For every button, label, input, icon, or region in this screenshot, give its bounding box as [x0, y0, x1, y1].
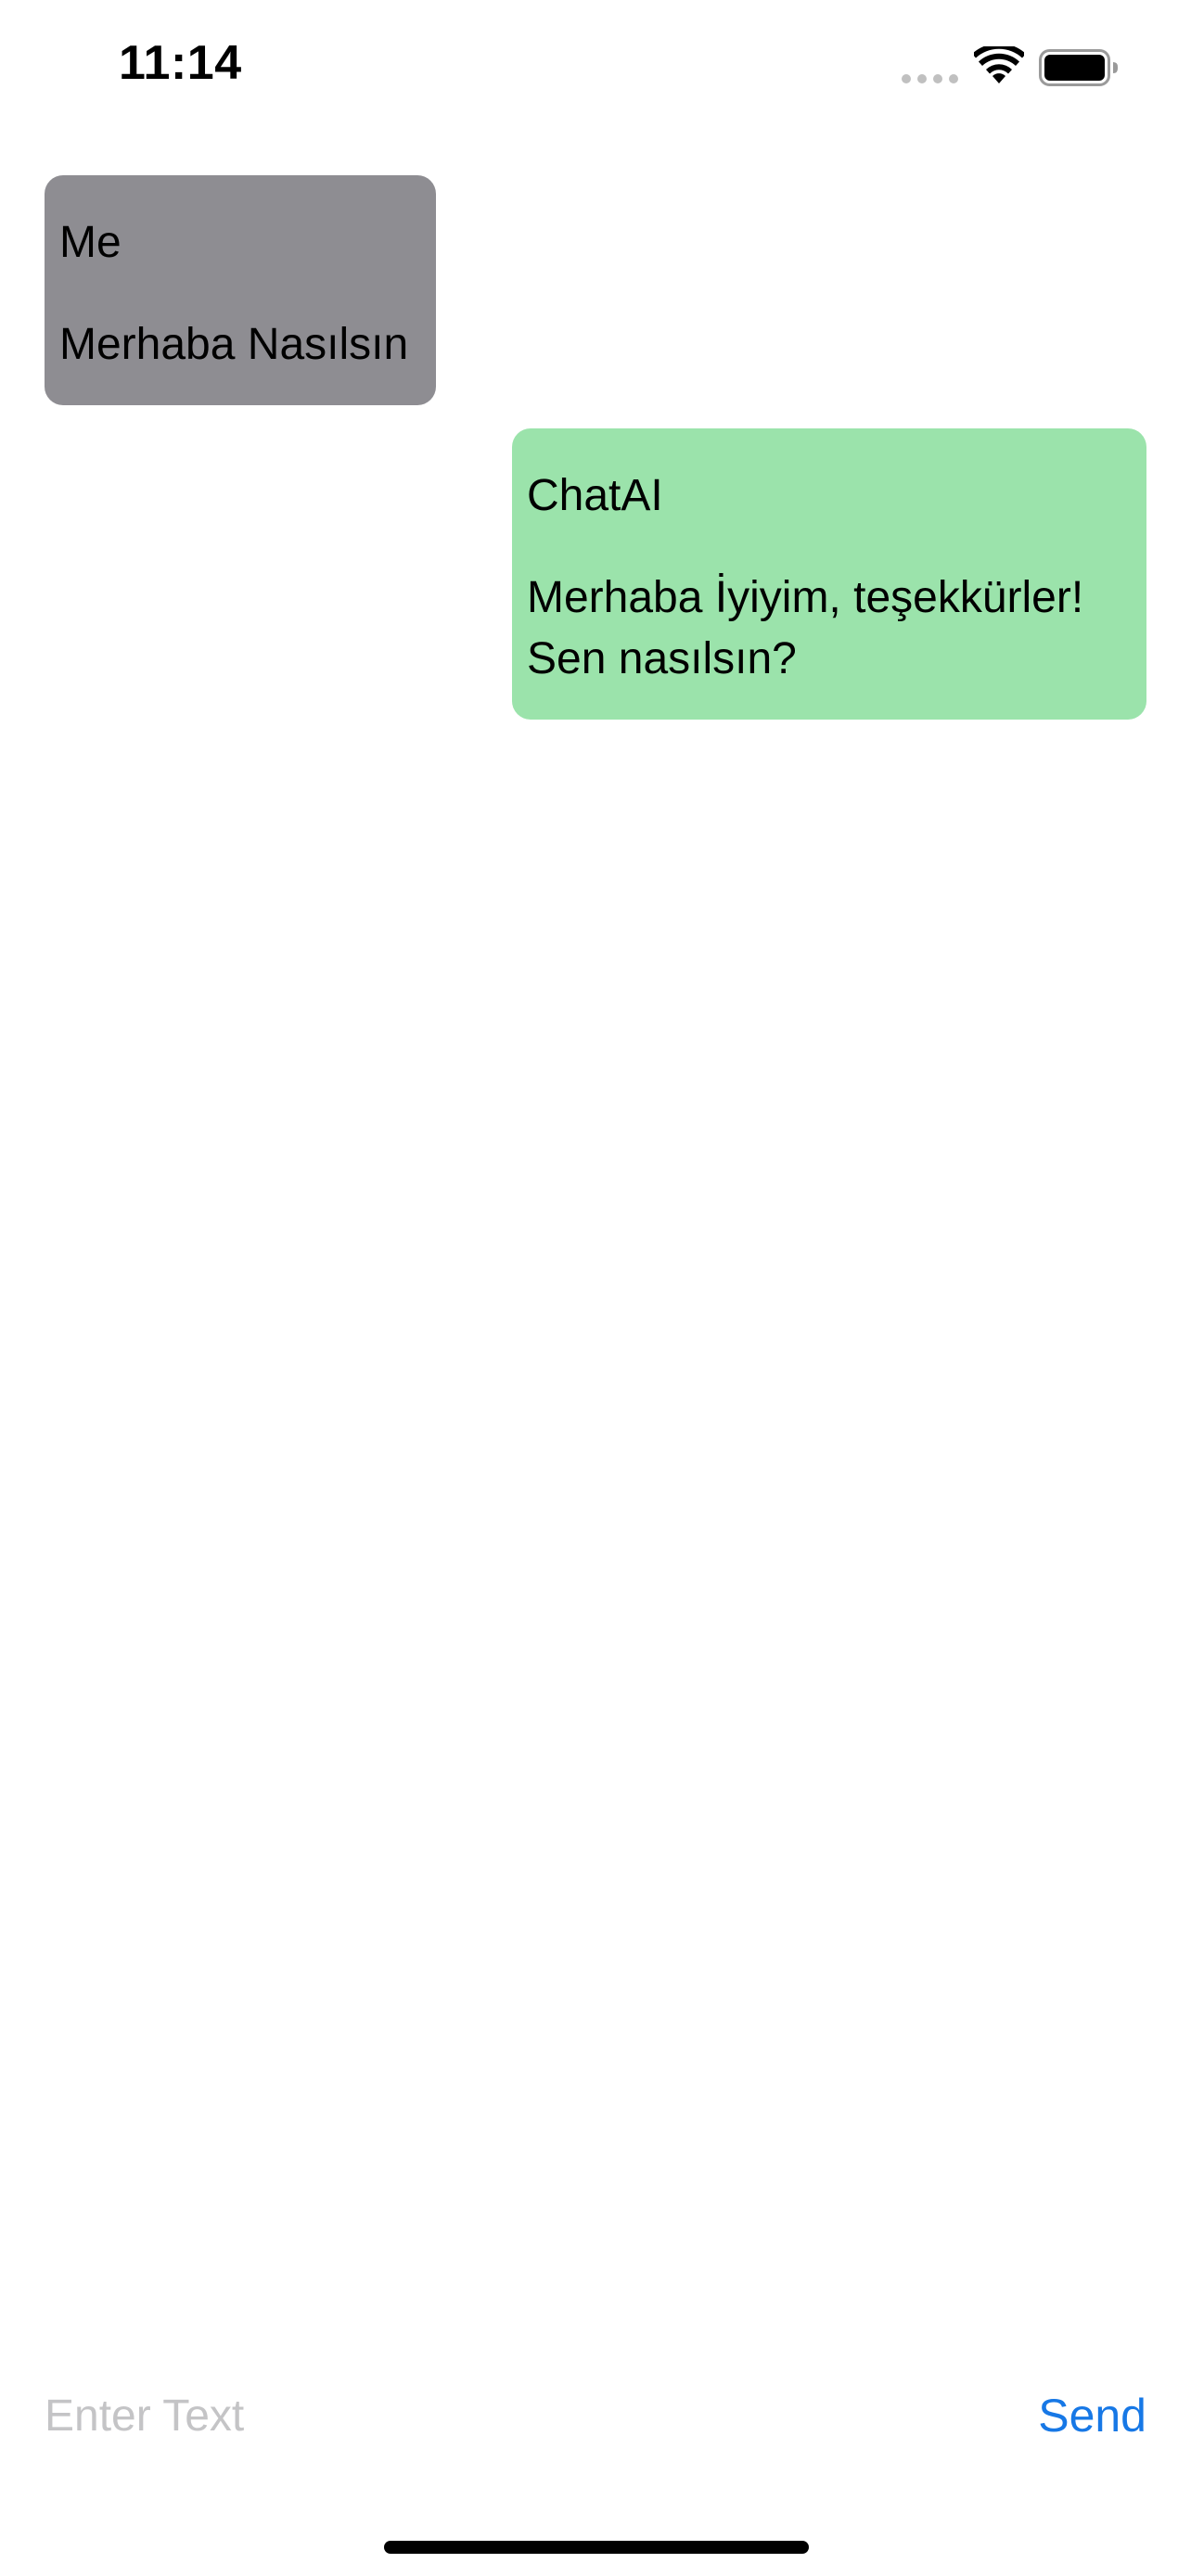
send-button[interactable]: Send [1038, 2374, 1146, 2457]
composer-bar: Send [0, 2374, 1191, 2457]
message-text: Merhaba İyiyim, teşekkürler! Sen nasılsı… [527, 573, 1084, 683]
message-list[interactable]: Me Merhaba Nasılsın ChatAI Merhaba İyiyi… [0, 139, 1191, 2318]
message-sender: Me [59, 218, 122, 267]
message-bubble-ai: ChatAI Merhaba İyiyim, teşekkürler! Sen … [512, 428, 1146, 720]
message-bubble-me: Me Merhaba Nasılsın [45, 175, 436, 405]
home-indicator[interactable] [384, 2541, 809, 2554]
message-sender: ChatAI [527, 471, 663, 520]
status-time: 11:14 [119, 36, 242, 90]
signal-dots-icon [902, 74, 959, 83]
message-input[interactable] [45, 2374, 972, 2457]
battery-icon [1039, 49, 1118, 86]
wifi-icon [974, 46, 1024, 83]
chat-screen: 11:14 Me Merhaba Nasılsın ChatAI Merhaba… [0, 0, 1191, 2576]
message-text: Merhaba Nasılsın [59, 320, 409, 369]
status-bar: 11:14 [0, 0, 1191, 139]
